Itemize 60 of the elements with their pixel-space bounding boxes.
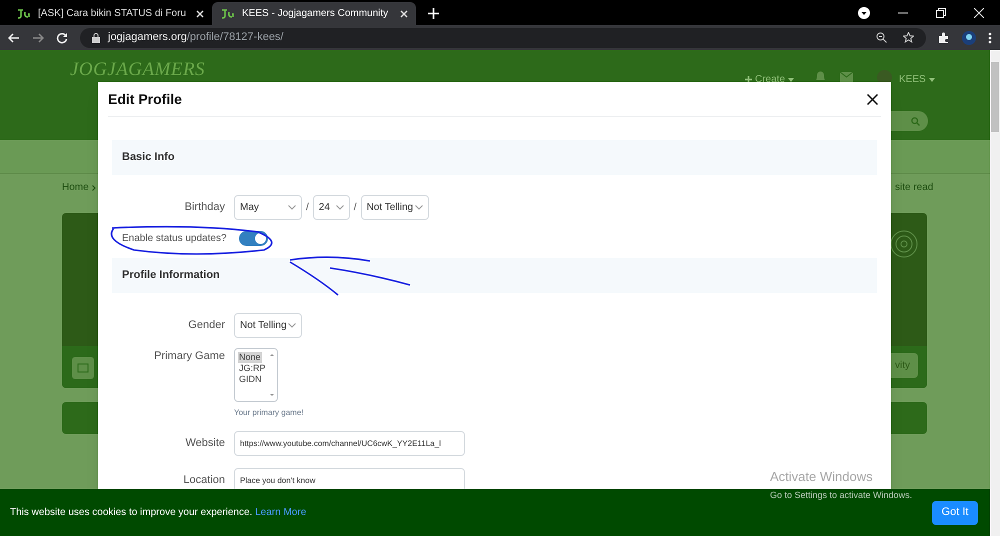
site-favicon-icon bbox=[16, 8, 30, 18]
cookie-message: This website uses cookies to improve your experience. Learn More bbox=[10, 506, 306, 520]
caret-icon bbox=[928, 78, 935, 82]
dropdown[interactable]: Not Telling bbox=[360, 195, 429, 220]
field-label: Location bbox=[182, 473, 225, 488]
field-label: Birthday bbox=[184, 200, 225, 216]
zoom-icon[interactable] bbox=[876, 32, 887, 43]
text-field[interactable]: https://www.youtube.com/channel/UC6cwK_YY2E11La_l bbox=[234, 431, 465, 456]
field-label: Gender bbox=[187, 318, 225, 334]
tab-title: [ASK] Cara bikin STATUS di Foru bbox=[38, 7, 188, 21]
watermark-subtitle: Go to Settings to activate Windows. bbox=[770, 490, 912, 501]
toggle-switch[interactable] bbox=[239, 231, 268, 246]
field-hint: Your primary game! bbox=[234, 407, 305, 419]
learn-more-link[interactable]: Learn More bbox=[255, 507, 306, 518]
close-icon[interactable] bbox=[867, 94, 878, 104]
forward-icon[interactable] bbox=[32, 32, 44, 44]
plus-icon bbox=[745, 76, 752, 83]
back-icon[interactable] bbox=[8, 32, 20, 44]
star-icon[interactable] bbox=[903, 32, 914, 43]
site-favicon-icon bbox=[220, 8, 234, 18]
more-icon[interactable] bbox=[988, 32, 992, 44]
field-label: Primary Game bbox=[153, 349, 225, 364]
listbox-option[interactable]: JG:RP bbox=[238, 363, 267, 374]
browser-tab[interactable]: KEES - Jogjagamers Community bbox=[212, 2, 416, 25]
url-host: jogjagamers.org bbox=[108, 30, 187, 46]
field-label: Enable status updates? bbox=[121, 232, 228, 246]
restore-icon[interactable] bbox=[936, 8, 946, 18]
watermark-title: Activate Windows bbox=[770, 469, 874, 484]
field-label: Website bbox=[184, 436, 225, 452]
address-bar[interactable]: jogjagamers.org/profile/78127-kees/ bbox=[80, 28, 926, 48]
listbox-option[interactable]: GIDN bbox=[238, 374, 262, 385]
extensions-icon[interactable] bbox=[938, 32, 950, 44]
chevron-icon bbox=[414, 205, 423, 210]
chevron-icon bbox=[92, 184, 96, 190]
chevron-icon bbox=[336, 205, 344, 210]
lock-icon bbox=[92, 32, 100, 42]
breadcrumb-text: site read bbox=[895, 181, 934, 195]
dropdown[interactable]: Not Telling bbox=[234, 313, 302, 338]
spiral-icon bbox=[890, 230, 918, 258]
chevron-icon bbox=[288, 323, 296, 328]
section-header: Profile Information bbox=[112, 258, 877, 293]
new-tab-icon[interactable] bbox=[428, 8, 439, 19]
listbox-option[interactable]: None bbox=[238, 352, 262, 363]
avatar-icon[interactable] bbox=[962, 30, 976, 44]
listbox[interactable]: None JG:RP GIDN bbox=[234, 348, 278, 402]
dialog-title: Edit Profile bbox=[108, 90, 182, 108]
date-separator: / bbox=[354, 201, 357, 215]
reload-icon[interactable] bbox=[56, 32, 68, 44]
tab-title: KEES - Jogjagamers Community bbox=[242, 7, 390, 21]
dropdown[interactable]: 24 bbox=[312, 195, 350, 220]
profile-menu-icon[interactable] bbox=[858, 6, 870, 18]
section-header: Basic Info bbox=[112, 140, 877, 175]
scroll-arrows-icon bbox=[269, 352, 275, 398]
dropdown[interactable]: May bbox=[234, 195, 302, 220]
chevron-icon bbox=[288, 205, 296, 210]
date-separator: / bbox=[306, 201, 309, 215]
minimize-icon[interactable] bbox=[898, 12, 908, 14]
bell-icon[interactable] bbox=[815, 70, 826, 83]
search-icon bbox=[911, 116, 920, 126]
url-path: /profile/78127-kees/ bbox=[186, 30, 284, 46]
